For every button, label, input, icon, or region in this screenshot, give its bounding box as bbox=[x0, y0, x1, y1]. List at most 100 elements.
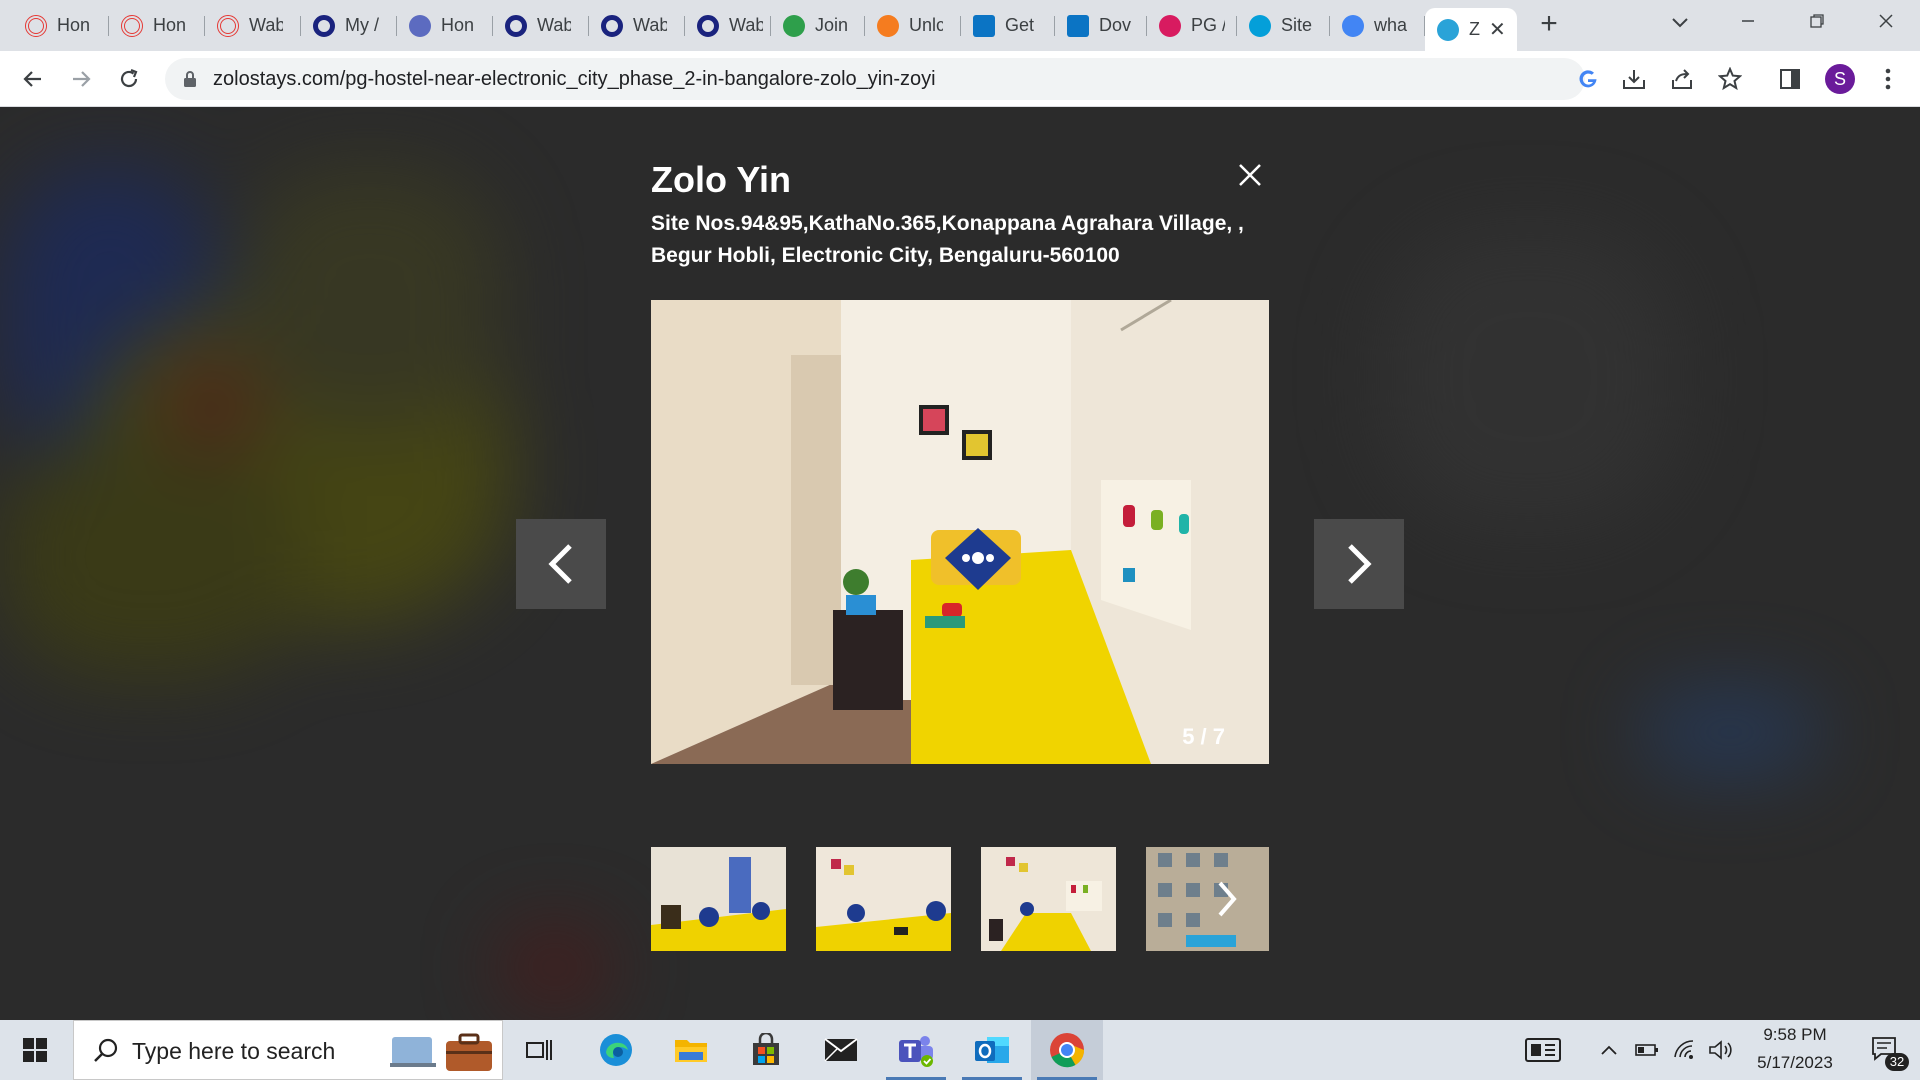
news-widget-button[interactable] bbox=[1508, 1020, 1578, 1080]
browser-tab[interactable]: Wab bbox=[589, 8, 685, 43]
browser-tab[interactable]: Hon bbox=[109, 8, 205, 43]
browser-tab[interactable]: Hon bbox=[397, 8, 493, 43]
file-explorer-button[interactable] bbox=[655, 1020, 727, 1080]
browser-tab[interactable]: Unlc bbox=[865, 8, 961, 43]
gallery-address: Site Nos.94&95,KathaNo.365,Konappana Agr… bbox=[651, 212, 1244, 267]
outlook-icon bbox=[975, 1037, 1009, 1063]
mail-icon bbox=[824, 1038, 858, 1062]
swirl-icon bbox=[409, 14, 431, 37]
share-icon[interactable] bbox=[1668, 65, 1696, 93]
new-tab-button[interactable]: + bbox=[1534, 9, 1564, 40]
teams-app-button[interactable] bbox=[880, 1020, 952, 1080]
c-logo-icon bbox=[1159, 14, 1181, 37]
tab-title: Z bbox=[1469, 19, 1480, 39]
browser-tab[interactable]: Wab bbox=[493, 8, 589, 43]
windows-logo-icon bbox=[23, 1038, 47, 1062]
thumbnail-3[interactable] bbox=[981, 847, 1116, 951]
store-app-button[interactable] bbox=[730, 1020, 802, 1080]
photo-counter: 5 / 7 bbox=[1182, 724, 1225, 749]
browser-tab[interactable]: Hon bbox=[13, 8, 109, 43]
store-icon bbox=[753, 1033, 779, 1065]
browser-tab[interactable]: Get bbox=[961, 8, 1055, 43]
room-photo bbox=[651, 300, 1269, 764]
video-icon bbox=[973, 14, 995, 37]
tab-title: Hon bbox=[441, 15, 475, 35]
zolo-icon bbox=[1437, 18, 1459, 41]
notification-count-badge: 32 bbox=[1885, 1053, 1909, 1071]
browser-tab[interactable]: Z ✕ bbox=[1425, 8, 1517, 51]
gallery-main-photo: 5 / 7 bbox=[651, 300, 1269, 764]
gallery-close-button[interactable] bbox=[1234, 159, 1266, 191]
windows-taskbar: Type here to search 9:58 PM 5/17/2023 32 bbox=[0, 1020, 1920, 1080]
back-button[interactable] bbox=[17, 63, 49, 95]
browser-tab[interactable]: My / bbox=[301, 8, 397, 43]
install-app-icon[interactable] bbox=[1620, 65, 1648, 93]
tab-title: wha bbox=[1374, 15, 1408, 35]
thumbnail-4[interactable] bbox=[1146, 847, 1269, 951]
browser-tab[interactable]: Join bbox=[771, 8, 865, 43]
reload-button[interactable] bbox=[113, 63, 145, 95]
browser-tab[interactable]: Site bbox=[1237, 8, 1330, 43]
search-highlight-illustration bbox=[390, 1033, 492, 1071]
browser-tab[interactable]: Dov bbox=[1055, 8, 1147, 43]
tab-title: Wab bbox=[729, 15, 763, 35]
tab-title: Hon bbox=[153, 15, 187, 35]
forward-button[interactable] bbox=[65, 63, 97, 95]
network-button[interactable] bbox=[1668, 1020, 1702, 1080]
browser-tab[interactable]: Wab bbox=[205, 8, 301, 43]
bookmark-star-icon[interactable] bbox=[1716, 65, 1744, 93]
wifi-icon bbox=[1674, 1040, 1694, 1059]
menu-kebab-icon[interactable] bbox=[1874, 65, 1902, 93]
tab-search-icon[interactable] bbox=[1660, 8, 1700, 38]
mail-app-button[interactable] bbox=[805, 1020, 877, 1080]
ring-icon bbox=[313, 14, 335, 37]
close-window-button[interactable] bbox=[1866, 8, 1906, 38]
thumbnail-1[interactable] bbox=[651, 847, 786, 951]
tab-title: PG / bbox=[1191, 15, 1225, 35]
next-photo-button[interactable] bbox=[1314, 519, 1404, 609]
tab-title: Site bbox=[1281, 15, 1313, 35]
target-icon bbox=[25, 14, 47, 37]
outlook-app-button[interactable] bbox=[956, 1020, 1028, 1080]
tab-title: Wab bbox=[537, 15, 571, 35]
thumbnail-2[interactable] bbox=[816, 847, 951, 951]
volume-button[interactable] bbox=[1704, 1020, 1738, 1080]
address-bar[interactable]: zolostays.com/pg-hostel-near-electronic_… bbox=[165, 58, 1585, 100]
folder-icon bbox=[675, 1040, 707, 1062]
clock-time[interactable]: 9:58 PM bbox=[1745, 1025, 1845, 1045]
browser-tab[interactable]: wha bbox=[1330, 8, 1425, 43]
tab-title: Wab bbox=[633, 15, 667, 35]
browser-tab[interactable]: Wab bbox=[685, 8, 771, 43]
lock-icon bbox=[184, 71, 196, 87]
start-button[interactable] bbox=[0, 1020, 70, 1080]
google-icon bbox=[1342, 14, 1364, 37]
minimize-button[interactable] bbox=[1728, 8, 1768, 38]
clock-date[interactable]: 5/17/2023 bbox=[1740, 1053, 1850, 1073]
chevron-left-icon bbox=[548, 544, 572, 584]
battery-icon bbox=[1635, 1044, 1658, 1056]
browser-tab-strip: Hon Hon Wab My / Hon Wab Wab Wab Join Unlc Get Dov P… bbox=[0, 0, 1920, 51]
taskbar-search-box[interactable]: Type here to search bbox=[73, 1020, 503, 1080]
back-arrow-icon bbox=[23, 71, 41, 87]
gallery-title: Zolo Yin bbox=[651, 159, 791, 200]
side-panel-icon[interactable] bbox=[1776, 65, 1804, 93]
search-placeholder: Type here to search bbox=[132, 1038, 336, 1064]
chrome-app-button[interactable] bbox=[1031, 1020, 1103, 1080]
orange-dot-icon bbox=[877, 14, 899, 37]
battery-button[interactable] bbox=[1630, 1020, 1664, 1080]
edge-app-button[interactable] bbox=[580, 1020, 652, 1080]
close-tab-icon[interactable]: ✕ bbox=[1489, 17, 1506, 42]
news-icon bbox=[1525, 1038, 1561, 1062]
teams-icon bbox=[899, 1036, 933, 1067]
show-hidden-icons-button[interactable] bbox=[1592, 1020, 1626, 1080]
restore-button[interactable] bbox=[1797, 8, 1837, 38]
browser-tab[interactable]: PG / bbox=[1147, 8, 1237, 43]
task-view-button[interactable] bbox=[503, 1020, 575, 1080]
url-text: zolostays.com/pg-hostel-near-electronic_… bbox=[213, 68, 936, 90]
tab-title: Join bbox=[815, 15, 849, 35]
notification-center-button[interactable]: 32 bbox=[1858, 1020, 1914, 1080]
video-icon bbox=[1067, 14, 1089, 37]
profile-avatar[interactable]: S bbox=[1825, 64, 1855, 94]
google-icon[interactable] bbox=[1574, 65, 1602, 93]
previous-photo-button[interactable] bbox=[516, 519, 606, 609]
